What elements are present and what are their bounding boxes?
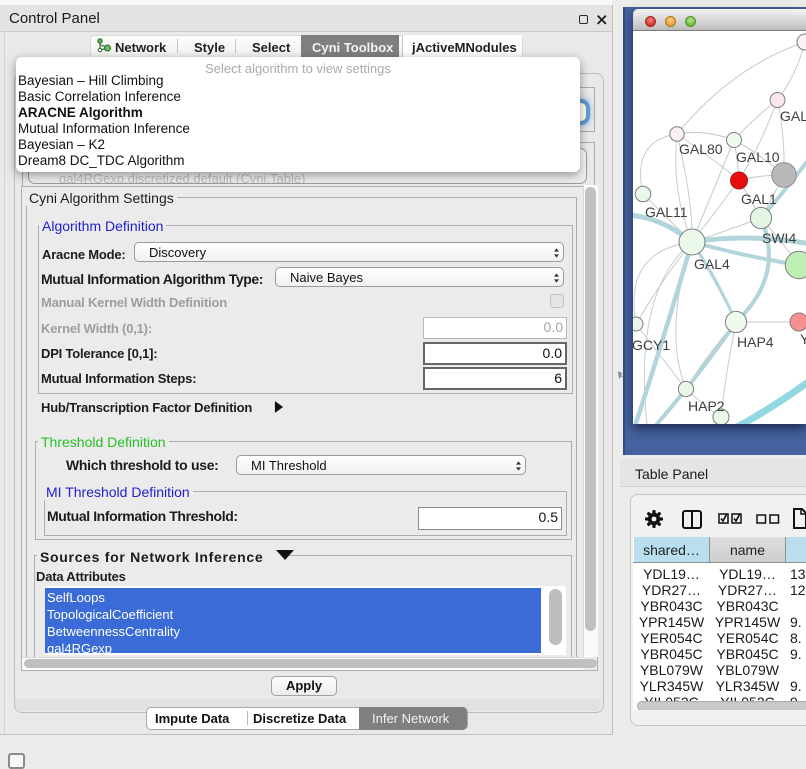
svg-text:GAL80: GAL80 [679,141,723,157]
svg-text:GAL8: GAL8 [780,108,806,124]
svg-text:SWI4: SWI4 [762,230,796,246]
svg-text:GCY1: GCY1 [633,337,670,353]
svg-text:GAL11: GAL11 [645,204,688,220]
svg-text:HAP4: HAP4 [737,334,774,350]
svg-text:Y: Y [800,331,806,347]
svg-text:GAL4: GAL4 [694,256,730,272]
svg-text:GAL10: GAL10 [736,149,780,165]
svg-text:HAP2: HAP2 [688,398,725,414]
svg-text:GAL1: GAL1 [741,191,777,207]
